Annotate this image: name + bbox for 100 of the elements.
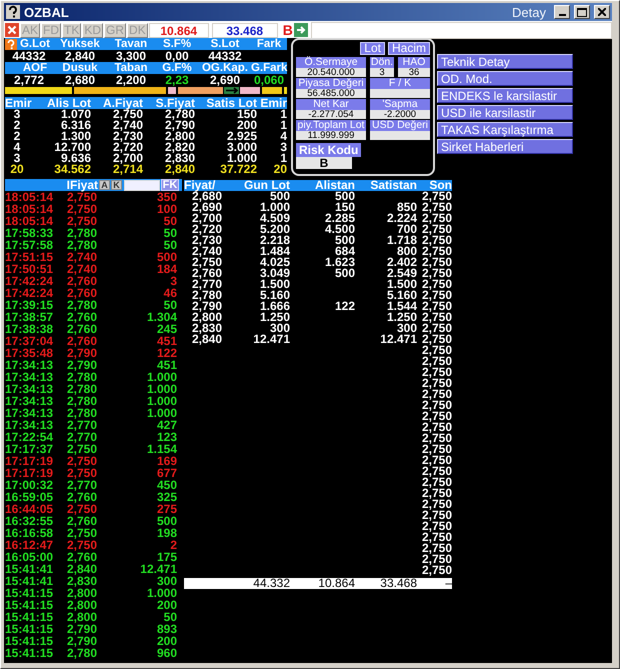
table-cell-text: 1.000 [146, 395, 177, 407]
table-cell-text: 2.402 [386, 257, 417, 268]
table-cell-text: 2,750 [420, 521, 452, 532]
arrow-icon[interactable] [294, 23, 308, 37]
table-cell-text: 2,750 [420, 213, 452, 224]
toggle-button[interactable]: Hacim [388, 42, 430, 55]
filter-button[interactable]: FK [161, 179, 179, 191]
minimize-button[interactable] [554, 5, 570, 19]
table-cell-text: 350 [156, 191, 177, 203]
table-cell-text: 12.471 [252, 334, 290, 345]
table-cell-text: 1.000 [258, 202, 290, 213]
table-cell-text: 15:41:41 [5, 575, 54, 587]
table-cell-text: 2,760 [67, 311, 98, 323]
toggle-button[interactable]: Lot [360, 42, 385, 55]
table-cell-text: 4 [279, 131, 287, 142]
column-header: Yuksek [59, 38, 101, 50]
table-cell-text: 2,750 [420, 389, 452, 400]
menu-button[interactable]: Teknik Detay [437, 54, 573, 69]
menu-button[interactable]: TAKAS Karşılaştırma [437, 122, 573, 137]
menu-button[interactable]: Sirket Haberleri [437, 139, 573, 154]
field-label: F / K [370, 78, 430, 89]
input-field[interactable] [310, 22, 612, 38]
table-cell-text: 2,750 [420, 466, 452, 477]
table-cell-text: 2,750 [190, 257, 222, 268]
close-button[interactable] [594, 5, 610, 19]
table-cell-text: 50 [162, 611, 177, 623]
table-cell-text: 184 [156, 263, 177, 275]
column-header: Fiyat/ [184, 180, 216, 191]
filter-field[interactable] [124, 180, 160, 190]
table-cell-text: 2,730 [190, 235, 222, 246]
table-cell-text: 2,750 [420, 268, 452, 279]
total-cell-text: 2,840 [164, 164, 195, 175]
table-cell-text: 2,750 [420, 279, 452, 290]
value-field: 20.540.000 [296, 68, 366, 77]
table-cell-text: 2,750 [420, 400, 452, 411]
table-cell-text: 2,730 [112, 131, 143, 142]
field-label: Net Kar [296, 99, 366, 110]
sort-button[interactable]: A [99, 180, 110, 190]
table-cell-text: 15:41:15 [5, 611, 54, 623]
table-cell-text: 15:41:41 [5, 563, 54, 575]
field-label: USD Değeri [370, 120, 430, 131]
table-cell-text: 1.666 [258, 301, 290, 312]
table-cell-text: 325 [156, 491, 177, 503]
table-cell-text: 17:57:58 [5, 239, 54, 251]
table-cell-text: 16:05:00 [5, 551, 54, 563]
table-cell-text: 4.500 [324, 224, 355, 235]
menu-button[interactable]: USD ile karsilastir [437, 105, 573, 120]
menu-button[interactable]: ENDEKS le karsilastir [437, 88, 573, 103]
total-cell-text: 2,714 [112, 164, 143, 175]
total-cell-text: 33.468 [379, 578, 417, 589]
table-cell-text: 16:32:55 [5, 515, 54, 527]
table-cell-text: 2,750 [420, 290, 452, 301]
total-cell-text: 20 [272, 164, 287, 175]
risk-label: Risk Kodu [296, 143, 362, 157]
table-cell-text: 3 [169, 275, 177, 287]
column-header: S.Lot [210, 38, 240, 50]
value-field: 11.999.999 [296, 131, 366, 140]
table-cell-text: 4.025 [258, 257, 290, 268]
value-field: 56.485.000 [296, 89, 366, 98]
table-cell-text: 2 [12, 131, 22, 142]
table-cell-text: 2,780 [190, 290, 222, 301]
table-cell-text: 2,790 [67, 635, 98, 647]
table-cell-text: 46 [162, 287, 177, 299]
table-cell-text: 17:38:38 [5, 323, 54, 335]
total-cell-text: – [444, 578, 452, 589]
table-cell-text: 17:17:37 [5, 443, 54, 455]
table-cell-text: 17:34:13 [5, 419, 54, 431]
table-cell-text: 2,770 [67, 479, 98, 491]
sort-button[interactable]: K [111, 180, 122, 190]
table-cell-text: 2,750 [67, 467, 98, 479]
table-cell-text: 2,790 [190, 301, 222, 312]
table-cell-text: 2,740 [67, 251, 98, 263]
table-cell-text: 2.549 [386, 268, 417, 279]
table-cell-text: 2,760 [67, 551, 98, 563]
table-cell-text: 245 [156, 323, 177, 335]
table-cell-text: 16:12:47 [5, 539, 54, 551]
table-cell-text: 17:37:04 [5, 335, 54, 347]
table-cell-text: 3.049 [258, 268, 290, 279]
maximize-button[interactable] [574, 5, 590, 19]
table-cell-text: 1.070 [60, 109, 91, 120]
table-cell-text: 2,750 [112, 109, 143, 120]
table-cell-text: 2,750 [420, 433, 452, 444]
table-cell-text: 17:34:13 [5, 395, 54, 407]
table-cell-text: 2,750 [420, 235, 452, 246]
maximize-icon [577, 8, 587, 16]
table-cell-text: 17:51:15 [5, 251, 54, 263]
close-icon[interactable] [5, 23, 19, 37]
column-header: Son [429, 180, 452, 191]
table-cell-text: 17:38:57 [5, 311, 54, 323]
field-label: Ö.Sermaye [296, 57, 366, 68]
table-cell-text: 2,800 [164, 131, 195, 142]
field-label: Piyasa Değeri [296, 78, 366, 89]
table-cell-text: 15:41:15 [5, 587, 54, 599]
table-cell-text: 2,750 [420, 323, 452, 334]
table-cell-text: 2,750 [420, 191, 452, 202]
table-cell-text: 2,760 [67, 275, 98, 287]
table-cell-text: 275 [156, 503, 177, 515]
table-cell-text: 17:17:19 [5, 455, 54, 467]
help-icon[interactable] [5, 38, 17, 50]
menu-button[interactable]: OD. Mod. [437, 71, 573, 86]
